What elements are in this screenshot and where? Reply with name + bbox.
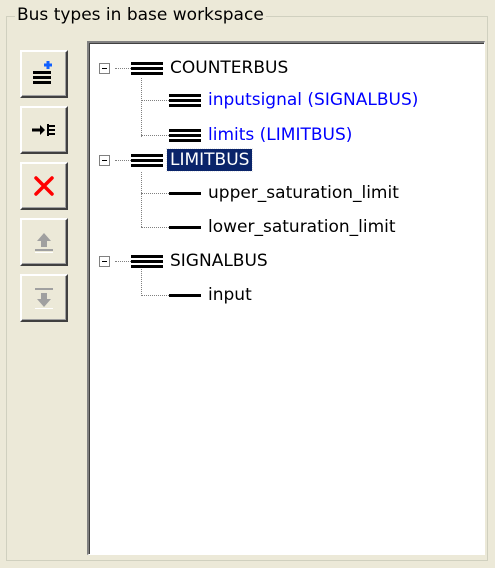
move-up-icon	[35, 233, 53, 253]
move-up-button[interactable]	[20, 218, 68, 266]
tree-connector	[141, 172, 142, 227]
add-bus-button[interactable]	[20, 50, 68, 98]
insert-element-button[interactable]	[20, 106, 68, 154]
node-label: COUNTERBUS	[170, 58, 289, 78]
tree-node-counterbus[interactable]: COUNTERBUS	[131, 54, 291, 82]
node-label: SIGNALBUS	[170, 251, 268, 271]
collapse-signalbus-toggle[interactable]	[99, 256, 110, 267]
tree-connector	[141, 193, 169, 194]
tree-connector	[141, 227, 169, 228]
node-label: LIMITBUS	[165, 148, 254, 172]
tree-node-limits[interactable]: limits (LIMITBUS)	[169, 121, 355, 149]
node-label: lower_saturation_limit	[208, 217, 396, 237]
bus-icon	[169, 94, 201, 107]
collapse-counterbus-toggle[interactable]	[99, 63, 110, 74]
tree-connector	[141, 100, 169, 101]
insert-element-icon	[32, 124, 55, 136]
bus-icon	[131, 62, 163, 75]
delete-button[interactable]	[20, 162, 68, 210]
signal-icon	[169, 226, 201, 229]
groupbox-title: Bus types in base workspace	[15, 4, 266, 26]
delete-icon	[34, 176, 54, 196]
tree-node-limitbus[interactable]: LIMITBUS	[131, 146, 254, 174]
move-down-button[interactable]	[20, 274, 68, 322]
bus-icon	[169, 129, 201, 142]
bus-tree-view[interactable]: COUNTERBUS inputsignal (SIGNALBUS) limit…	[87, 41, 485, 555]
node-label: limits (LIMITBUS)	[208, 125, 353, 145]
tree-connector	[115, 160, 131, 161]
add-bus-icon	[33, 61, 52, 84]
node-label: upper_saturation_limit	[208, 183, 399, 203]
node-label: inputsignal (SIGNALBUS)	[208, 90, 419, 110]
move-down-icon	[35, 288, 53, 309]
tree-connector	[141, 295, 169, 296]
tree-node-input[interactable]: input	[169, 281, 255, 309]
bus-icon	[131, 154, 163, 167]
bus-icon	[131, 255, 163, 268]
tree-node-inputsignal[interactable]: inputsignal (SIGNALBUS)	[169, 86, 421, 114]
tree-node-signalbus[interactable]: SIGNALBUS	[131, 247, 271, 275]
collapse-limitbus-toggle[interactable]	[99, 155, 110, 166]
tree-connector	[115, 68, 131, 69]
signal-icon	[169, 294, 201, 297]
tree-node-upper-saturation-limit[interactable]: upper_saturation_limit	[169, 179, 402, 207]
signal-icon	[169, 192, 201, 195]
tree-connector	[141, 78, 142, 137]
tree-connector	[141, 135, 169, 136]
node-label: input	[208, 285, 252, 305]
tree-connector	[115, 261, 131, 262]
tree-node-lower-saturation-limit[interactable]: lower_saturation_limit	[169, 213, 399, 241]
